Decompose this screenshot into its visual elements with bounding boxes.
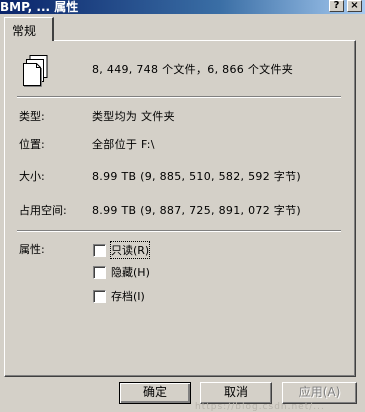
ok-button[interactable]: 确定 [119, 382, 191, 404]
hidden-checkbox-label[interactable]: 隐藏(H) [111, 264, 150, 280]
close-button[interactable]: × [347, 0, 362, 12]
archive-checkbox[interactable] [93, 290, 106, 303]
watermark: https://blog.csdn.net/... [195, 402, 325, 412]
readonly-checkbox-label[interactable]: 只读(R) [109, 241, 151, 259]
size-value: 8.99 TB (9, 885, 510, 582, 592 字节) [92, 170, 301, 183]
separator [17, 230, 341, 232]
help-button[interactable]: ? [329, 0, 344, 12]
properties-dialog: BMP, ... 属性 ? × 常规 8, 449, 748 个文件，6, 86… [0, 0, 365, 412]
hidden-checkbox[interactable] [93, 266, 106, 279]
tab-general[interactable]: 常规 [4, 17, 54, 41]
readonly-checkbox[interactable] [93, 244, 106, 257]
size-label: 大小: [19, 170, 45, 183]
location-value: 全部位于 F:\ [92, 138, 155, 151]
window-title: BMP, ... 属性 [0, 0, 79, 14]
multiple-files-icon [23, 55, 48, 87]
tab-general-label: 常规 [12, 24, 37, 38]
selection-summary: 8, 449, 748 个文件，6, 866 个文件夹 [92, 63, 294, 76]
separator [17, 96, 341, 98]
size-on-disk-value: 8.99 TB (9, 887, 725, 891, 072 字节) [92, 204, 301, 217]
attributes-label: 属性: [19, 243, 45, 256]
title-bar[interactable]: BMP, ... 属性 ? × [0, 0, 365, 14]
cancel-button[interactable]: 取消 [200, 382, 272, 404]
type-label: 类型: [19, 110, 45, 123]
apply-button[interactable]: 应用(A) [282, 382, 357, 404]
size-on-disk-label: 占用空间: [19, 204, 67, 217]
location-label: 位置: [19, 138, 45, 151]
type-value: 类型均为 文件夹 [92, 110, 175, 123]
archive-checkbox-label[interactable]: 存档(I) [111, 288, 145, 304]
